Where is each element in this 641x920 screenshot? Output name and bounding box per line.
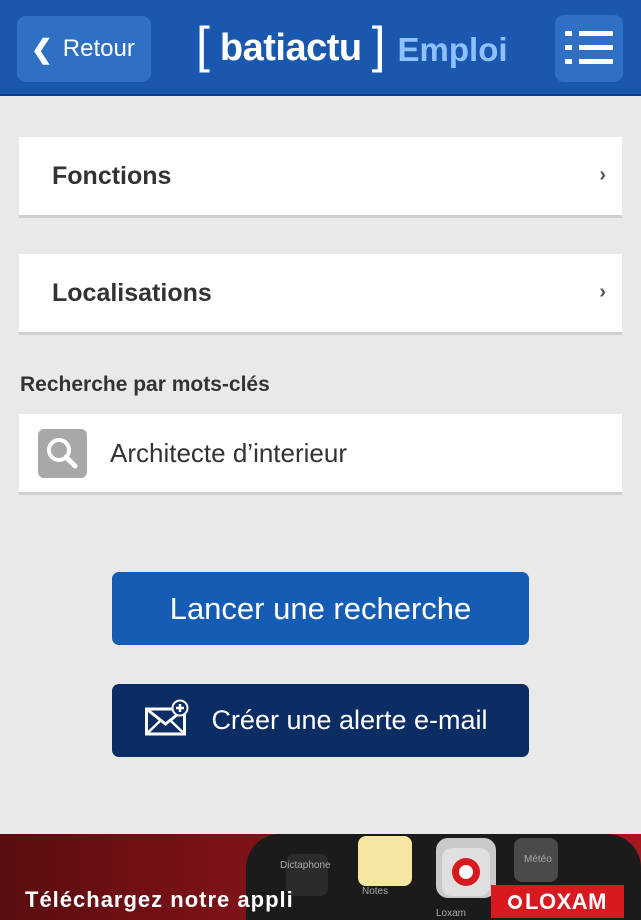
brand-name: batiactu <box>219 26 362 69</box>
search-button[interactable]: Lancer une recherche <box>112 572 529 645</box>
brand-section: Emploi <box>397 31 508 68</box>
create-alert-button[interactable]: Créer une alerte e-mail <box>112 684 529 757</box>
loxam-mark-icon <box>508 894 523 909</box>
top-bar: ❮ Retour [ batiactu ] Emploi <box>0 0 641 96</box>
back-button-label: Retour <box>62 35 135 62</box>
app-label: Loxam <box>436 908 467 919</box>
chevron-right-icon: › <box>599 164 606 186</box>
menu-button[interactable] <box>555 15 623 82</box>
chevron-right-icon: › <box>599 281 606 303</box>
loxam-logo: LOXAM <box>491 885 624 918</box>
loxam-app-icon <box>442 848 490 896</box>
keyword-search-field[interactable]: Architecte d’interieur <box>19 414 622 495</box>
logo-bracket-right: ] <box>371 17 386 73</box>
create-alert-label: Créer une alerte e-mail <box>211 705 488 735</box>
chevron-left-icon: ❮ <box>31 33 53 64</box>
filter-label: Fonctions <box>52 161 172 190</box>
filter-fonctions[interactable]: Fonctions › <box>19 137 622 218</box>
brand-logo: [ batiactu ] Emploi <box>196 17 508 74</box>
keyword-section-label: Recherche par mots-clés <box>20 373 270 396</box>
search-icon <box>38 429 87 478</box>
mail-add-icon <box>145 699 189 746</box>
app-label: Dictaphone <box>280 860 331 871</box>
back-button[interactable]: ❮ Retour <box>17 16 151 82</box>
loxam-brand: LOXAM <box>525 888 607 914</box>
app-label: Notes <box>362 886 389 897</box>
keyword-input-value[interactable]: Architecte d’interieur <box>110 438 347 469</box>
filter-label: Localisations <box>52 278 212 307</box>
banner-text: Téléchargez notre appli <box>25 887 294 912</box>
filter-localisations[interactable]: Localisations › <box>19 254 622 335</box>
logo-bracket-left: [ <box>196 17 210 73</box>
app-label: Météo <box>524 854 552 865</box>
ad-banner[interactable]: Dictaphone Notes Météo Loxam Téléchargez… <box>0 834 641 920</box>
search-button-label: Lancer une recherche <box>169 590 472 626</box>
